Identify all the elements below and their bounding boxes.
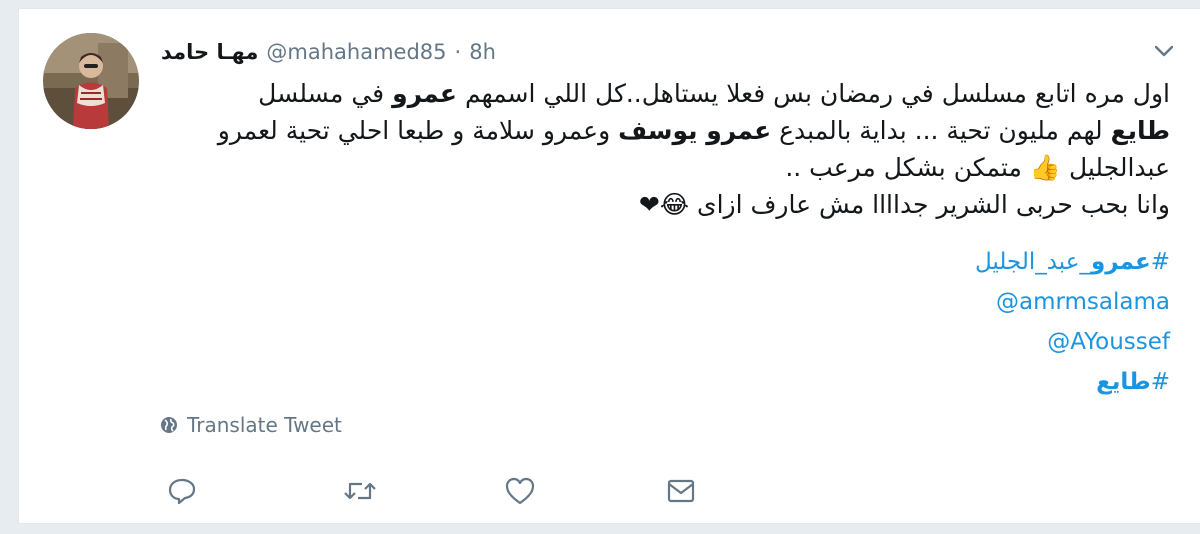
tweet-line: طايع لهم مليون تحية ... بداية بالمبدع عم… [159, 112, 1170, 149]
tweet-text-segment: اول مره اتابع مسلسل في رمضان بس فعلا يست… [457, 79, 1170, 108]
tweet-links: #عمرو_عبد_الجليل @amrmsalama @AYoussef #… [370, 242, 1170, 402]
hashtag-text: _عبد_الجليل [975, 249, 1091, 275]
author-handle[interactable]: @mahahamed85 [266, 40, 446, 64]
heart-icon[interactable] [502, 473, 538, 509]
tweet-line: اول مره اتابع مسلسل في رمضان بس فعلا يست… [159, 75, 1170, 112]
tweet-card[interactable]: مهـا حامد @mahahamed85 · 8h اول مره اتاب… [18, 8, 1200, 524]
hashtag-symbol: # [1150, 249, 1170, 275]
hashtag-symbol: # [1150, 369, 1170, 395]
translate-label: Translate Tweet [187, 413, 342, 437]
tweet-text-bold: طايع [1110, 116, 1170, 145]
mention-link[interactable]: @AYoussef [370, 322, 1170, 362]
hashtag-link[interactable]: #عمرو_عبد_الجليل [370, 242, 1170, 282]
tweet-text-bold: عمرو يوسف [618, 116, 772, 145]
tweet-text-segment: لهم مليون تحية ... بداية بالمبدع [771, 116, 1111, 145]
meta-separator: · [454, 40, 462, 64]
hashtag-bold-text: عمرو [1090, 249, 1151, 275]
reply-icon[interactable] [164, 473, 200, 509]
tweet-time[interactable]: 8h [469, 40, 496, 64]
hashtag-link[interactable]: #طايع [370, 362, 1170, 402]
tweet-header: مهـا حامد @mahahamed85 · 8h [161, 35, 496, 69]
tweet-text: اول مره اتابع مسلسل في رمضان بس فعلا يست… [159, 75, 1170, 223]
avatar[interactable] [43, 33, 139, 129]
tweet-text-segment: وعمرو سلامة و طبعا احلي تحية لعمرو [217, 116, 619, 145]
envelope-icon[interactable] [663, 473, 699, 509]
chevron-down-icon[interactable] [1152, 39, 1176, 63]
author-name[interactable]: مهـا حامد [161, 40, 258, 64]
hashtag-bold-text: طايع [1096, 369, 1151, 395]
tweet-actions [164, 473, 695, 509]
translate-tweet-button[interactable]: Translate Tweet [159, 413, 342, 437]
retweet-icon[interactable] [342, 473, 378, 509]
tweet-line: عبدالجليل 👍 متمكن بشكل مرعب .. [785, 153, 1170, 182]
tweet-text-segment: في مسلسل [258, 79, 393, 108]
avatar-image [43, 33, 139, 129]
mention-link[interactable]: @amrmsalama [370, 282, 1170, 322]
tweet-line: وانا بحب حربى الشرير جداااا مش عارف ازاى… [638, 190, 1170, 219]
tweet-text-bold: عمرو [392, 79, 457, 108]
globe-icon [159, 415, 179, 435]
